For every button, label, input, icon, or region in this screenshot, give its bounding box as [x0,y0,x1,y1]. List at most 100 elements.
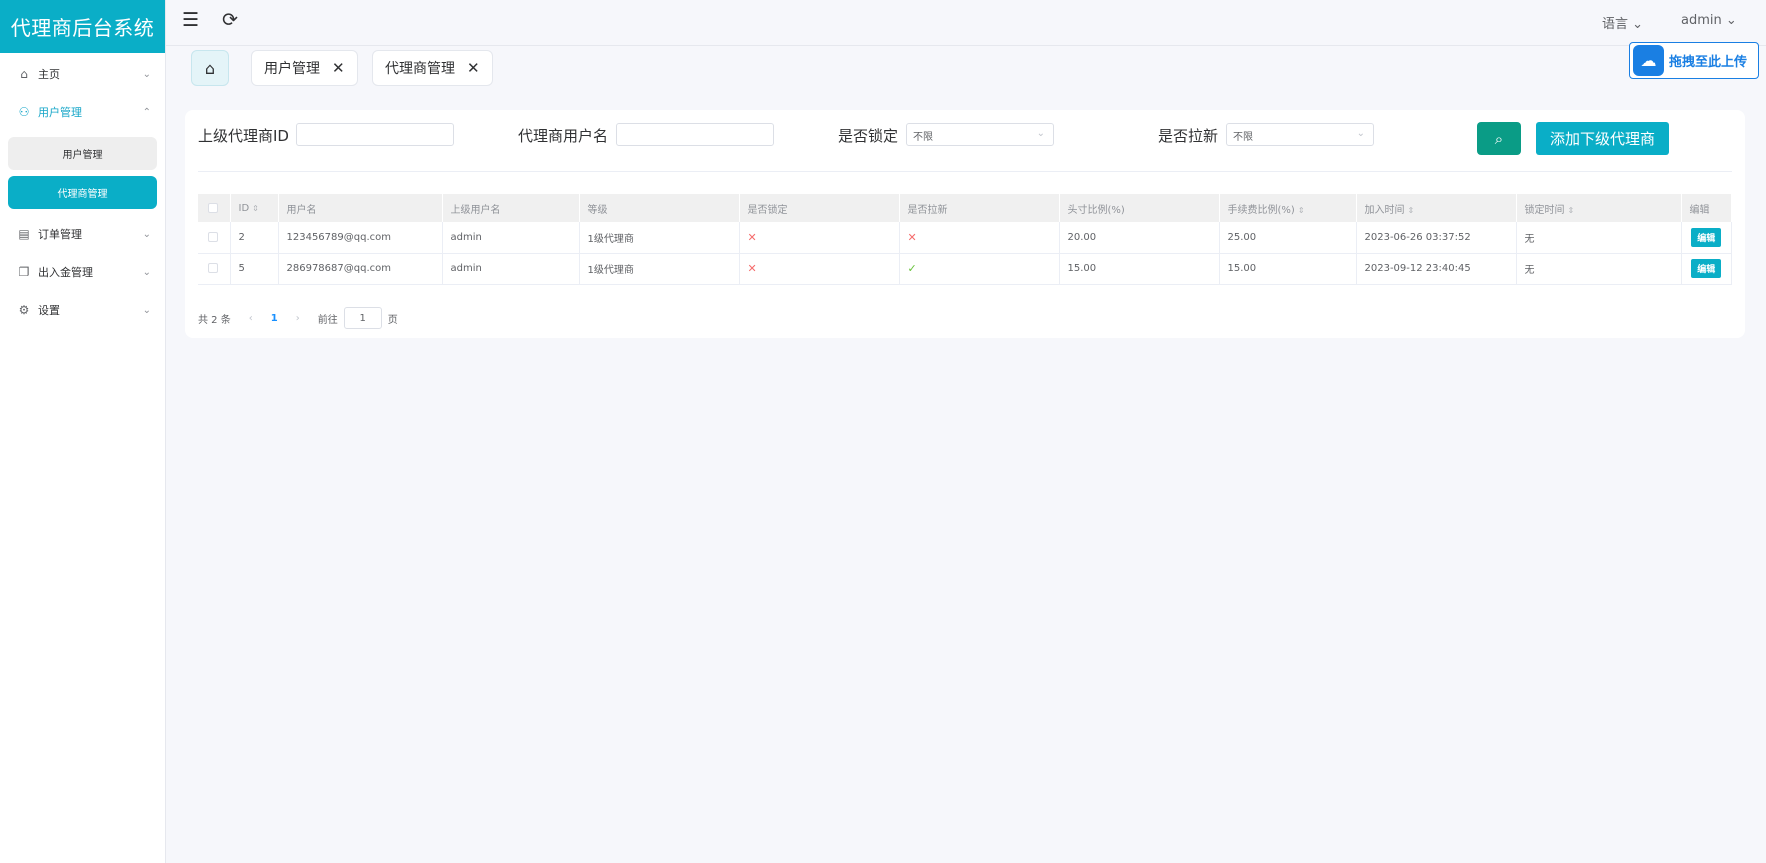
cell-parent: admin [442,222,580,254]
col-username: 用户名 [278,194,443,222]
chevron-up-icon: ⌃ [142,106,151,118]
edit-button[interactable]: 编辑 [1691,227,1722,247]
pagination: 共 2 条 ‹ 1 › 前往 1 页 [198,306,398,330]
col-parent: 上级用户名 [442,194,580,222]
cell-level: 1级代理商 [579,222,740,254]
refresh-icon[interactable]: ⟳ [222,9,238,31]
tab-label: 代理商管理 [385,61,455,77]
row-checkbox[interactable] [198,253,231,285]
locked-select[interactable]: 不限 ⌄ [906,123,1054,146]
cross-icon: ✕ [747,230,757,244]
submenu-item-user-management[interactable]: 用户管理 [8,137,157,170]
sidebar-item-settings[interactable]: ⚙ 设置 ⌄ [0,291,165,329]
language-dropdown[interactable]: 语言 ⌄ [1602,13,1643,32]
col-lock-time[interactable]: 锁定时间 ⇕ [1516,194,1682,222]
top-header: ☰ ⟳ 语言 ⌄ admin ⌄ [166,0,1766,46]
cross-icon: ✕ [907,230,917,244]
sidebar-item-orders[interactable]: ▤ 订单管理 ⌄ [0,215,165,253]
cell-locked: ✕ [739,222,900,254]
chevron-down-icon: ⌄ [142,304,151,316]
col-locked: 是否锁定 [739,194,900,222]
cell-edit: 编辑 [1681,222,1732,254]
tab-user-management[interactable]: 用户管理 ✕ [251,50,358,86]
search-button[interactable]: ⌕ [1477,122,1521,155]
table-row: 5 286978687@qq.com admin 1级代理商 ✕ ✓ 15.00… [198,253,1732,285]
pulled-select-value: 不限 [1233,132,1253,143]
col-join-time[interactable]: 加入时间 ⇕ [1356,194,1517,222]
total-count: 共 2 条 [198,314,231,326]
cell-join-time: 2023-09-12 23:40:45 [1356,253,1517,285]
cell-fee-ratio: 25.00 [1219,222,1357,254]
cell-position-ratio: 20.00 [1059,222,1220,254]
cell-parent: admin [442,253,580,285]
next-page-icon[interactable]: › [296,313,300,324]
pulled-select[interactable]: 不限 ⌄ [1226,123,1374,146]
app-title: 代理商后台系统 [0,0,165,53]
page-number[interactable]: 1 [271,313,278,324]
sidebar: 代理商后台系统 ⌂ 主页 ⌄ ⚇ 用户管理 ⌃ 用户管理 代理商管理 ▤ 订单管… [0,0,166,863]
sort-icon: ⇕ [252,203,259,213]
submenu-item-agent-management[interactable]: 代理商管理 [8,176,157,209]
close-icon[interactable]: ✕ [332,59,345,77]
goto-label: 前往 [317,314,338,326]
home-icon: ⌂ [20,67,28,81]
username-label: 代理商用户名 [518,127,609,145]
upload-drop-button[interactable]: ☁ 拖拽至此上传 [1629,42,1759,79]
search-icon: ⌕ [1494,129,1504,148]
cell-level: 1级代理商 [579,253,740,285]
page-unit-label: 页 [387,314,398,326]
sidebar-item-home[interactable]: ⌂ 主页 ⌄ [0,55,165,93]
cell-edit: 编辑 [1681,253,1732,285]
col-id[interactable]: ID ⇕ [230,194,279,222]
cross-icon: ✕ [747,262,757,275]
parent-id-input[interactable] [296,123,454,146]
row-checkbox[interactable] [198,222,231,254]
chevron-down-icon: ⌄ [142,68,151,80]
cell-id: 2 [230,222,279,254]
user-icon: ⚇ [18,105,30,119]
sort-icon: ⇕ [1297,205,1305,215]
locked-select-value: 不限 [913,132,933,143]
edit-button[interactable]: 编辑 [1691,259,1722,278]
col-pulled: 是否拉新 [899,194,1060,222]
tab-home[interactable]: ⌂ [191,50,229,86]
sidebar-item-user-management[interactable]: ⚇ 用户管理 ⌃ [0,93,165,131]
menu-toggle-icon[interactable]: ☰ [182,9,199,31]
copy-icon: ❐ [18,265,30,279]
goto-page-input[interactable]: 1 [343,307,382,329]
cell-lock-time: 无 [1516,253,1682,285]
gear-icon: ⚙ [18,303,30,317]
cell-username: 123456789@qq.com [278,222,443,254]
home-icon: ⌂ [204,58,216,78]
close-icon[interactable]: ✕ [467,59,480,77]
cell-locked: ✕ [739,253,900,285]
col-level: 等级 [579,194,740,222]
cell-id: 5 [230,253,279,285]
sort-icon: ⇕ [1407,205,1415,215]
agent-table: ID ⇕ 用户名 上级用户名 等级 是否锁定 是否拉新 头寸比例(%) 手续费比例… [198,194,1732,285]
sidebar-item-label: 订单管理 [38,228,82,241]
table-header-row: ID ⇕ 用户名 上级用户名 等级 是否锁定 是否拉新 头寸比例(%) 手续费比例… [198,194,1732,222]
select-all-checkbox[interactable] [198,194,231,222]
divider [198,171,1732,172]
agent-list-card: 上级代理商ID 代理商用户名 是否锁定 不限 ⌄ 是否拉新 不限 ⌄ ⌕ 添加下… [185,110,1745,338]
cell-lock-time: 无 [1516,222,1682,254]
sidebar-item-label: 出入金管理 [38,266,93,279]
cell-position-ratio: 15.00 [1059,253,1220,285]
col-fee-ratio[interactable]: 手续费比例(%) ⇕ [1219,194,1357,222]
prev-page-icon[interactable]: ‹ [249,313,253,324]
tab-agent-management[interactable]: 代理商管理 ✕ [372,50,493,86]
tab-label: 用户管理 [264,61,320,77]
user-dropdown[interactable]: admin ⌄ [1681,13,1737,28]
sidebar-item-funds[interactable]: ❐ 出入金管理 ⌄ [0,253,165,291]
chevron-down-icon: ⌄ [142,228,151,240]
add-sub-agent-button[interactable]: 添加下级代理商 [1536,122,1669,155]
cell-join-time: 2023-06-26 03:37:52 [1356,222,1517,254]
cloud-upload-icon: ☁ [1633,45,1664,76]
upload-label: 拖拽至此上传 [1669,55,1748,70]
table-row: 2 123456789@qq.com admin 1级代理商 ✕ ✕ 20.00… [198,222,1732,254]
pulled-label: 是否拉新 [1158,127,1219,145]
chevron-down-icon: ⌄ [142,266,151,278]
username-input[interactable] [616,123,774,146]
sidebar-item-label: 设置 [38,304,60,317]
